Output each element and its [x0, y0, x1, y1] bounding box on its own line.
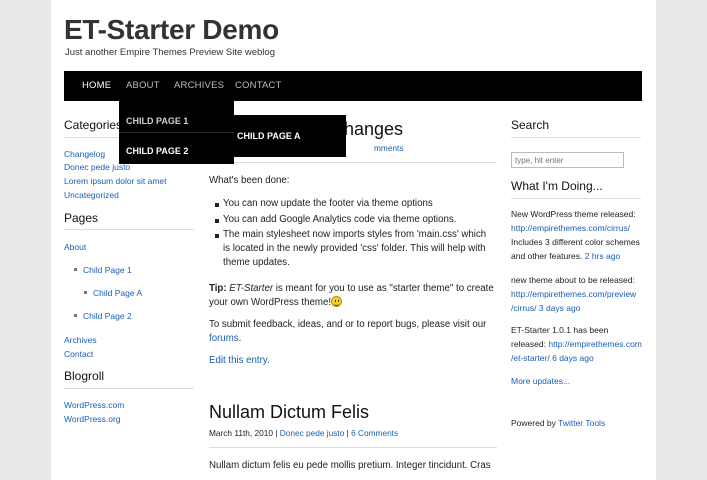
post-category-link[interactable]: Donec pede justo [280, 428, 345, 438]
list-bullet [215, 219, 219, 223]
list-bullet [215, 234, 219, 238]
dropdown-divider [119, 132, 234, 133]
tweet-1-text-3: and other features. 2 hrs ago [511, 249, 620, 264]
post-comments-link[interactable]: 6 Comments [351, 428, 398, 438]
dropdown-child-page-2[interactable]: CHILD PAGE 2 [126, 136, 188, 166]
tip-text: is meant for you to use as "starter them… [273, 283, 494, 294]
list-bullet [74, 268, 77, 271]
search-heading: Search [511, 118, 550, 132]
list-bullet [74, 314, 77, 317]
nav-home[interactable]: HOME [82, 71, 111, 101]
tweet-2-time[interactable]: 3 days ago [539, 303, 581, 313]
category-link-uncategorized[interactable]: Uncategorized [64, 190, 119, 200]
edit-entry-link[interactable]: Edit this entry. [209, 354, 270, 368]
more-updates-link[interactable]: More updates... [511, 374, 570, 389]
meta-separator: | [275, 428, 278, 438]
smiley-icon [331, 296, 342, 307]
divider [511, 137, 641, 138]
bullet-item-3-line-2: is located in the newly provided 'css' f… [223, 243, 486, 254]
category-link-lorem[interactable]: Lorem ipsum dolor sit amet [64, 176, 167, 186]
bullet-item-2: You can add Google Analytics code via th… [223, 214, 457, 225]
category-link-changelog[interactable]: Changelog [64, 149, 105, 159]
divider [209, 447, 497, 448]
post-title-changes[interactable]: hanges [344, 119, 403, 140]
page-link-archives[interactable]: Archives [64, 335, 97, 345]
site-title[interactable]: ET-Starter Demo [64, 14, 279, 46]
nav-contact[interactable]: CONTACT [235, 71, 282, 101]
tweet-3-text-2: released: [511, 339, 546, 349]
post-comments-link[interactable]: mments [374, 143, 404, 153]
blogroll-heading: Blogroll [64, 369, 105, 383]
page-link-child-2[interactable]: Child Page 2 [83, 311, 132, 321]
tweet-1-link[interactable]: http://empirethemes.com/cirrus/ [511, 221, 630, 236]
tweet-1-time[interactable]: 2 hrs ago [585, 251, 620, 261]
dropdown-child-page-a[interactable]: CHILD PAGE A [237, 121, 301, 151]
search-input[interactable] [511, 152, 624, 168]
pages-heading: Pages [64, 211, 99, 225]
main-navbar: HOME ABOUT ARCHIVES CONTACT [64, 71, 642, 101]
tip-theme-name: ET-Starter [229, 283, 274, 294]
tweet-2-link[interactable]: http://empirethemes.com/preview [511, 287, 636, 302]
forums-link[interactable]: forums [209, 333, 239, 344]
list-bullet [84, 291, 87, 294]
post-excerpt: Nullam dictum felis eu pede mollis preti… [209, 460, 491, 471]
divider [64, 229, 194, 230]
page-container: ET-Starter Demo Just another Empire Them… [51, 0, 656, 480]
tweet-2-text: new theme about to be released: [511, 275, 635, 285]
powered-by-label: Powered by [511, 418, 556, 428]
tip-line-1: Tip: ET-Starter is meant for you to use … [209, 282, 494, 296]
nav-archives[interactable]: ARCHIVES [174, 71, 224, 101]
tweet-3-line-3: /et-starter/ 6 days ago [511, 351, 594, 366]
meta-separator: | [346, 428, 349, 438]
list-bullet [215, 203, 219, 207]
tweet-3-text: ET-Starter 1.0.1 has been [511, 325, 609, 335]
doing-heading: What I'm Doing... [511, 179, 603, 193]
divider [511, 198, 641, 199]
page-link-about[interactable]: About [64, 242, 86, 252]
tip-line-2: your own WordPress theme! [209, 297, 332, 308]
divider [209, 162, 497, 163]
post-intro: What's been done: [209, 175, 290, 186]
tweet-3-link-2[interactable]: /et-starter/ [511, 353, 550, 363]
tweet-3-link[interactable]: http://empirethemes.com [548, 339, 642, 349]
page-link-child-a[interactable]: Child Page A [93, 288, 142, 298]
site-tagline: Just another Empire Themes Preview Site … [65, 47, 275, 58]
tweet-2-link-line-2: /cirrus/ 3 days ago [511, 301, 580, 316]
divider [64, 388, 194, 389]
twitter-tools-link[interactable]: Twitter Tools [558, 418, 605, 428]
nav-about[interactable]: ABOUT [126, 71, 160, 101]
post-date: March 11th, 2010 [209, 428, 273, 438]
tweet-1-text-3a: and other features. [511, 251, 583, 261]
tip-label: Tip: [209, 283, 227, 294]
post-meta: March 11th, 2010 | Donec pede justo | 6 … [209, 428, 398, 438]
tweet-3-line-2: released: http://empirethemes.com [511, 337, 642, 352]
child-page-1-submenu: CHILD PAGE A [234, 115, 346, 157]
page-link-child-1[interactable]: Child Page 1 [83, 265, 132, 275]
post-title-nullam[interactable]: Nullam Dictum Felis [209, 402, 369, 423]
tweet-1-text: New WordPress theme released: [511, 209, 636, 219]
tweet-3-time[interactable]: 6 days ago [552, 353, 594, 363]
bullet-item-3: The main stylesheet now imports styles f… [223, 229, 487, 240]
categories-heading: Categories [64, 118, 123, 132]
bullet-item-1: You can now update the footer via theme … [223, 198, 433, 209]
about-dropdown-menu: CHILD PAGE 1 CHILD PAGE 2 [119, 101, 234, 164]
tweet-1-text-2: Includes 3 different color schemes [511, 237, 640, 247]
bullet-item-3-line-3: theme updates. [223, 257, 290, 268]
feedback-end: . [238, 333, 242, 344]
tweet-2-link-2[interactable]: /cirrus/ [511, 303, 537, 313]
blogroll-link-wordpress-org[interactable]: WordPress.org [64, 414, 121, 424]
blogroll-link-wordpress-com[interactable]: WordPress.com [64, 400, 124, 410]
page-link-contact[interactable]: Contact [64, 349, 93, 359]
feedback-line-2: forums. [209, 332, 241, 346]
powered-by: Powered by Twitter Tools [511, 416, 605, 431]
feedback-line-1: To submit feedback, ideas, and or to rep… [209, 319, 487, 330]
